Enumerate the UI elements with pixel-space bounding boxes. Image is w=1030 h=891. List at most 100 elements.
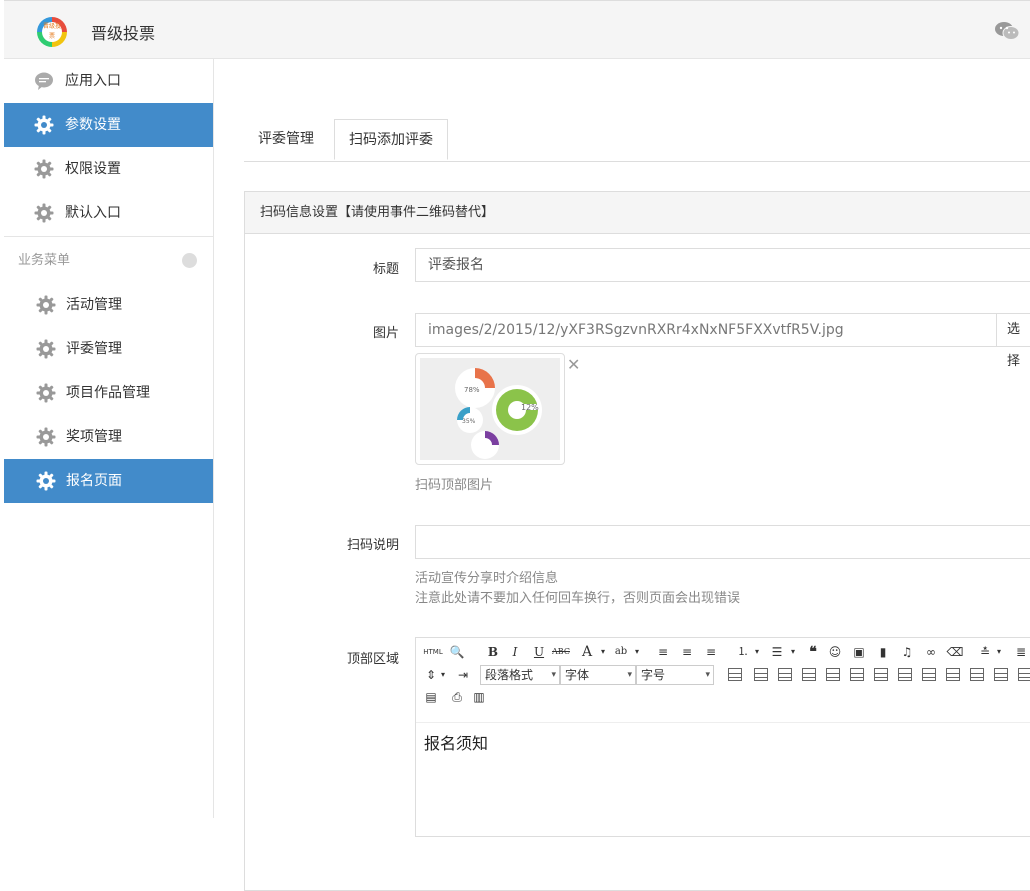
app-logo[interactable]: 晋级投票 [37,17,67,47]
video-insert-icon[interactable]: ▮ [874,643,892,661]
indent-icon[interactable]: ⇥ [454,666,472,684]
bold-button[interactable]: B [484,643,502,661]
gear-icon [36,383,56,403]
editor-content[interactable]: 报名须知 [424,730,488,754]
sidebar-item-default-entry[interactable]: 默认入口 [4,191,213,235]
thumb-label-1: 78% [464,386,480,394]
delete-col-icon[interactable] [850,668,864,681]
image-path-input[interactable]: images/2/2015/12/yXF3RSgzvnRXRr4xNxNF5FX… [415,313,997,347]
paste-icon[interactable]: ▥ [470,688,488,706]
table-props-icon[interactable] [1018,668,1030,681]
align-right-icon[interactable]: ≡ [702,643,720,661]
sidebar-item-awards[interactable]: 奖项管理 [4,415,213,459]
strikethrough-button[interactable]: ABC [552,643,570,661]
gear-icon [36,427,56,447]
font-family-select[interactable]: 字体 ▾ [560,665,636,685]
merge-down-icon[interactable] [922,668,936,681]
paragraph-format-select[interactable]: 段落格式 ▾ [480,665,560,685]
align-center-icon[interactable]: ≡ [678,643,696,661]
tab-scan-add-judge[interactable]: 扫码添加评委 [334,119,448,160]
sidebar-item-label: 评委管理 [66,341,122,357]
top-area-label: 顶部区域 [346,652,399,667]
underline-button[interactable]: U [530,643,548,661]
rich-text-editor[interactable]: HTML 🔍 B I U ABC A ▾ ab ▾ ≡ ≡ ≡ ⒈ ▾ ☰ ▾ [415,637,1030,837]
logo-text: 晋级投票 [42,22,62,42]
gear-icon [34,203,54,223]
delete-table-icon[interactable] [754,668,768,681]
sidebar-section-header[interactable]: 业务菜单 [4,236,213,283]
split-cells-icon[interactable] [946,668,960,681]
main-content: 评委管理 扫码添加评委 扫码信息设置【请使用事件二维码替代】 标题 评委报名 图… [214,59,1030,891]
preview-icon[interactable]: 🔍 [448,643,466,661]
tab-judge-management[interactable]: 评委管理 [244,119,328,160]
tab-bar: 评委管理 扫码添加评委 [244,119,1030,162]
ordered-list-dropdown-icon[interactable]: ▾ [748,643,766,661]
html-button[interactable]: HTML [422,643,444,661]
unordered-list-dropdown-icon[interactable]: ▾ [784,643,802,661]
print-icon[interactable]: ⎙ [448,688,466,706]
wechat-icon[interactable] [994,21,1020,41]
template-icon[interactable]: ▤ [422,688,440,706]
sidebar-item-activity[interactable]: 活动管理 [4,283,213,327]
desc-label: 扫码说明 [346,538,399,553]
sidebar-item-signup-page[interactable]: 报名页面 [4,459,213,503]
row-spacing-dropdown-icon[interactable]: ▾ [434,666,452,684]
sidebar-item-label: 报名页面 [66,473,122,489]
sidebar-item-app-entry[interactable]: 应用入口 [4,59,213,103]
title-label: 标题 [372,262,399,277]
font-family-value: 字体 [565,668,590,682]
insert-col-icon[interactable] [826,668,840,681]
image-help-text: 扫码顶部图片 [415,478,494,493]
gear-icon [36,295,56,315]
sidebar-item-params[interactable]: 参数设置 [4,103,213,147]
sidebar-item-works[interactable]: 项目作品管理 [4,371,213,415]
toolbar-row-2: ⇕ ▾ ⇥ 段落格式 ▾ 字体 ▾ 字号 ▾ [422,664,1030,686]
title-input[interactable]: 评委报名 [415,248,1030,282]
editor-toolbar: HTML 🔍 B I U ABC A ▾ ab ▾ ≡ ≡ ≡ ⒈ ▾ ☰ ▾ [416,638,1030,723]
sidebar-item-label: 参数设置 [65,117,121,133]
emoticon-icon[interactable]: ☺ [826,643,844,661]
sidebar-item-label: 活动管理 [66,297,122,313]
font-color-dropdown-icon[interactable]: ▾ [594,643,612,661]
split-rows-icon[interactable] [970,668,984,681]
delete-row-icon[interactable] [802,668,816,681]
highlight-dropdown-icon[interactable]: ▾ [628,643,646,661]
comment-icon [35,72,53,90]
insert-row-icon[interactable] [778,668,792,681]
desc-help-text-2: 注意此处请不要加入任何回车换行，否则页面会出现错误 [415,591,741,606]
chevron-down-icon: ▾ [551,670,556,680]
merge-right-icon[interactable] [898,668,912,681]
thumb-label-2: 35% [462,418,476,425]
blockquote-icon[interactable]: ❝ [804,643,822,661]
sidebar-item-permissions[interactable]: 权限设置 [4,147,213,191]
settings-panel: 扫码信息设置【请使用事件二维码替代】 标题 评委报名 图片 images/2/2… [244,191,1030,891]
top-bar: 晋级投票 晋级投票 [4,0,1030,59]
image-thumbnail[interactable]: 78% 35% 12% [415,353,565,465]
image-pick-button[interactable]: 选择 [997,313,1030,369]
music-insert-icon[interactable]: ♫ [898,643,916,661]
sidebar-item-label: 奖项管理 [66,429,122,445]
chevron-down-icon: ▾ [627,670,632,680]
sidebar: 应用入口 参数设置 权限设置 默认入口 业务菜单 活动管理 评委管理 项目作品管… [4,59,214,818]
thumb-label-3: 12% [521,403,539,412]
link-icon[interactable]: ∞ [922,643,940,661]
image-insert-icon[interactable]: ▣ [850,643,868,661]
desc-input[interactable] [415,525,1030,559]
split-cols-icon[interactable] [994,668,1008,681]
font-size-value: 字号 [641,668,666,682]
remove-image-icon[interactable]: ✕ [567,355,580,374]
sidebar-item-label: 权限设置 [65,161,121,177]
sidebar-item-label: 应用入口 [65,73,121,89]
insert-table-icon[interactable] [728,668,742,681]
font-size-select[interactable]: 字号 ▾ [636,665,714,685]
line-height-dropdown-icon[interactable]: ▾ [990,643,1008,661]
gear-icon [36,471,56,491]
gear-icon [34,115,54,135]
merge-cells-icon[interactable] [874,668,888,681]
paragraph-spacing-icon[interactable]: ≣ [1012,643,1030,661]
italic-button[interactable]: I [506,643,524,661]
sidebar-item-judges[interactable]: 评委管理 [4,327,213,371]
align-left-icon[interactable]: ≡ [654,643,672,661]
eraser-icon[interactable]: ⌫ [946,643,964,661]
collapse-toggle-icon[interactable] [182,253,197,268]
